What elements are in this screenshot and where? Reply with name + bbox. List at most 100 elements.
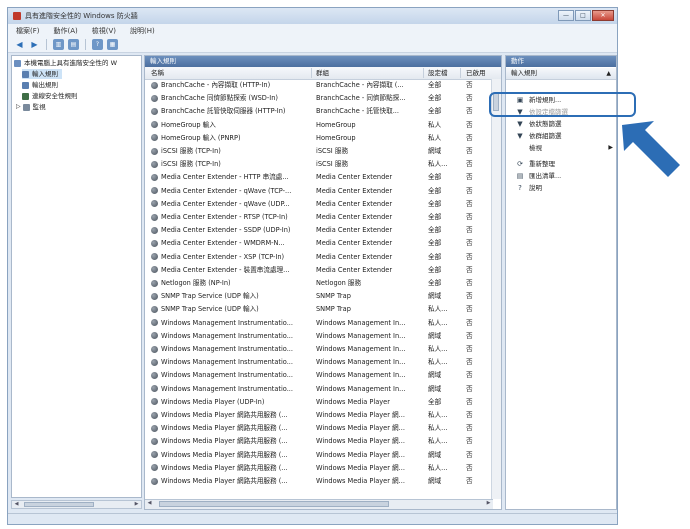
- rule-group-cell: Media Center Extender: [316, 173, 393, 182]
- table-row[interactable]: Media Center Extender - SSDP (UDP-In) Med…: [145, 225, 493, 235]
- table-row[interactable]: SNMP Trap Service (UDP 輸入) SNMP Trap 私人...…: [145, 304, 493, 314]
- rules-horizontal-scrollbar[interactable]: ◀ ▶: [145, 499, 493, 509]
- console-tree-icon[interactable]: ▥: [53, 39, 64, 50]
- table-row[interactable]: BranchCache - 內容擷取 (HTTP-In) BranchCache …: [145, 80, 493, 90]
- table-row[interactable]: Windows Media Player 網路共用服務 (... Windows …: [145, 476, 493, 486]
- table-row[interactable]: Media Center Extender - qWave (UDP... Med…: [145, 199, 493, 209]
- rule-profile-cell: 全部: [428, 94, 442, 103]
- menu-view[interactable]: 檢視(V): [92, 26, 116, 36]
- tree-item-outbound-rules[interactable]: 輸出規則: [22, 80, 58, 90]
- help-toolbar-icon[interactable]: ?: [92, 39, 103, 50]
- menu-action[interactable]: 動作(A): [54, 26, 78, 36]
- rule-profile-cell: 全部: [428, 173, 442, 182]
- action-item[interactable]: ▤ 匯出清單...: [506, 170, 616, 182]
- action-item[interactable]: ⟳ 重新整理: [506, 158, 616, 170]
- scroll-right-icon[interactable]: ▶: [484, 500, 493, 507]
- table-row[interactable]: Windows Management Instrumentatio... Wind…: [145, 357, 493, 367]
- table-row[interactable]: Windows Media Player 網路共用服務 (... Windows …: [145, 463, 493, 473]
- action-item[interactable]: ? 說明: [506, 182, 616, 194]
- rule-enabled-cell: 否: [466, 331, 473, 340]
- rule-enabled-cell: 否: [466, 411, 473, 419]
- rules-vertical-scrollbar[interactable]: [491, 79, 501, 499]
- table-row[interactable]: Windows Management Instrumentatio... Wind…: [145, 331, 493, 341]
- table-row[interactable]: Windows Management Instrumentatio... Wind…: [145, 384, 493, 394]
- scroll-left-icon[interactable]: ◀: [145, 500, 154, 507]
- tree-root[interactable]: 本機電腦上具有進階安全性的 W: [14, 58, 117, 68]
- table-row[interactable]: Media Center Extender - RTSP (TCP-In) Med…: [145, 212, 493, 222]
- rule-name-cell: Netlogon 服務 (NP-In): [151, 278, 309, 288]
- table-row[interactable]: Media Center Extender - HTTP 串流處... Media…: [145, 172, 493, 182]
- disabled-rule-icon: [151, 200, 158, 208]
- action-pane-icon[interactable]: ▦: [107, 39, 118, 50]
- table-row[interactable]: SNMP Trap Service (UDP 輸入) SNMP Trap 網域 否: [145, 291, 493, 301]
- scroll-thumb[interactable]: [24, 502, 94, 507]
- column-divider[interactable]: [423, 68, 424, 78]
- column-enabled[interactable]: 已啟用: [466, 67, 486, 79]
- tree-item-inbound-rules[interactable]: 輸入規則: [22, 69, 62, 79]
- rule-group-cell: Windows Management In...: [316, 358, 406, 367]
- table-row[interactable]: Windows Media Player 網路共用服務 (... Windows …: [145, 436, 493, 446]
- title-bar[interactable]: 具有進階安全性的 Windows 防火牆 — □ ✕: [8, 8, 617, 24]
- action-item[interactable]: ▼ 依狀態篩選: [506, 118, 616, 130]
- menu-file[interactable]: 檔案(F): [16, 26, 40, 36]
- table-row[interactable]: Windows Management Instrumentatio... Wind…: [145, 318, 493, 328]
- table-row[interactable]: Media Center Extender - qWave (TCP-... Me…: [145, 186, 493, 196]
- table-row[interactable]: Media Center Extender - WMDRM-N... Media …: [145, 238, 493, 248]
- collapse-up-icon[interactable]: ▲: [606, 68, 611, 79]
- rule-enabled-cell: 否: [466, 94, 473, 103]
- scroll-left-icon[interactable]: ◀: [12, 501, 21, 508]
- table-row[interactable]: HomeGroup 輸入 HomeGroup 私人 否: [145, 120, 493, 130]
- maximize-button[interactable]: □: [575, 10, 591, 21]
- rule-profile-cell: 網域: [428, 331, 442, 340]
- rule-profile-cell: 全部: [428, 199, 442, 208]
- disabled-rule-icon: [151, 477, 158, 485]
- table-row[interactable]: iSCSI 服務 (TCP-In) iSCSI 服務 網域 否: [145, 146, 493, 156]
- column-name[interactable]: 名稱: [151, 67, 164, 79]
- table-row[interactable]: BranchCache 同儕節點探索 (WSD-In) BranchCache -…: [145, 93, 493, 103]
- scroll-right-icon[interactable]: ▶: [132, 501, 141, 508]
- table-row[interactable]: BranchCache 託管快取伺服器 (HTTP-In) BranchCache…: [145, 106, 493, 116]
- action-item[interactable]: ▼ 依群組篩選: [506, 130, 616, 142]
- rule-name: Windows Media Player 網路共用服務 (...: [161, 411, 288, 419]
- table-row[interactable]: Media Center Extender - 裝置串流處理... Media C…: [145, 265, 493, 275]
- tree-item-connection-security[interactable]: 連線安全性規則: [22, 91, 78, 101]
- column-divider[interactable]: [460, 68, 461, 78]
- rule-name: Windows Management Instrumentatio...: [161, 371, 294, 380]
- rule-name-cell: SNMP Trap Service (UDP 輸入): [151, 304, 309, 314]
- back-icon[interactable]: ◀: [14, 39, 25, 50]
- tree-item-monitoring[interactable]: ▷ 監視: [16, 102, 46, 112]
- table-row[interactable]: Media Center Extender - XSP (TCP-In) Medi…: [145, 252, 493, 262]
- forward-icon[interactable]: ▶: [29, 39, 40, 50]
- pane-header: 輸入規則: [145, 56, 501, 67]
- rule-enabled-cell: 否: [466, 252, 473, 261]
- properties-icon[interactable]: ▤: [68, 39, 79, 50]
- rule-group-cell: SNMP Trap: [316, 292, 351, 301]
- rule-group-cell: Windows Media Player 網...: [316, 463, 405, 472]
- minimize-button[interactable]: —: [558, 10, 574, 21]
- rule-profile-cell: 全部: [428, 107, 442, 116]
- expand-icon[interactable]: ▷: [16, 102, 21, 112]
- table-row[interactable]: Windows Management Instrumentatio... Wind…: [145, 370, 493, 380]
- scroll-thumb[interactable]: [159, 501, 389, 507]
- rule-profile-cell: 全部: [428, 265, 442, 274]
- rule-profile-cell: 私人...: [428, 345, 448, 353]
- close-button[interactable]: ✕: [592, 10, 614, 21]
- table-row[interactable]: Netlogon 服務 (NP-In) Netlogon 服務 全部 否: [145, 278, 493, 288]
- column-profile[interactable]: 設定檔: [428, 67, 448, 79]
- table-row[interactable]: Windows Media Player 網路共用服務 (... Windows …: [145, 423, 493, 433]
- actions-section-inbound[interactable]: 輸入規則 ▲: [506, 68, 616, 80]
- table-row[interactable]: Windows Media Player 網路共用服務 (... Windows …: [145, 450, 493, 460]
- column-divider[interactable]: [311, 68, 312, 78]
- table-row[interactable]: Windows Management Instrumentatio... Wind…: [145, 344, 493, 354]
- table-row[interactable]: HomeGroup 輸入 (PNRP) HomeGroup 私人 否: [145, 133, 493, 143]
- menu-help[interactable]: 說明(H): [130, 26, 155, 36]
- tree-horizontal-scrollbar[interactable]: ◀ ▶: [11, 500, 142, 509]
- table-row[interactable]: Windows Media Player 網路共用服務 (... Windows …: [145, 410, 493, 420]
- table-row[interactable]: iSCSI 服務 (TCP-In) iSCSI 服務 私人... 否: [145, 159, 493, 169]
- rule-enabled-cell: 否: [466, 437, 473, 446]
- action-item[interactable]: 檢視 ▶: [506, 142, 616, 154]
- table-row[interactable]: Windows Media Player (UDP-In) Windows Med…: [145, 397, 493, 407]
- rule-name: BranchCache 同儕節點探索 (WSD-In): [161, 94, 278, 103]
- firewall-window: 具有進階安全性的 Windows 防火牆 — □ ✕ 檔案(F) 動作(A) 檢…: [7, 7, 618, 525]
- column-group[interactable]: 群組: [316, 67, 329, 79]
